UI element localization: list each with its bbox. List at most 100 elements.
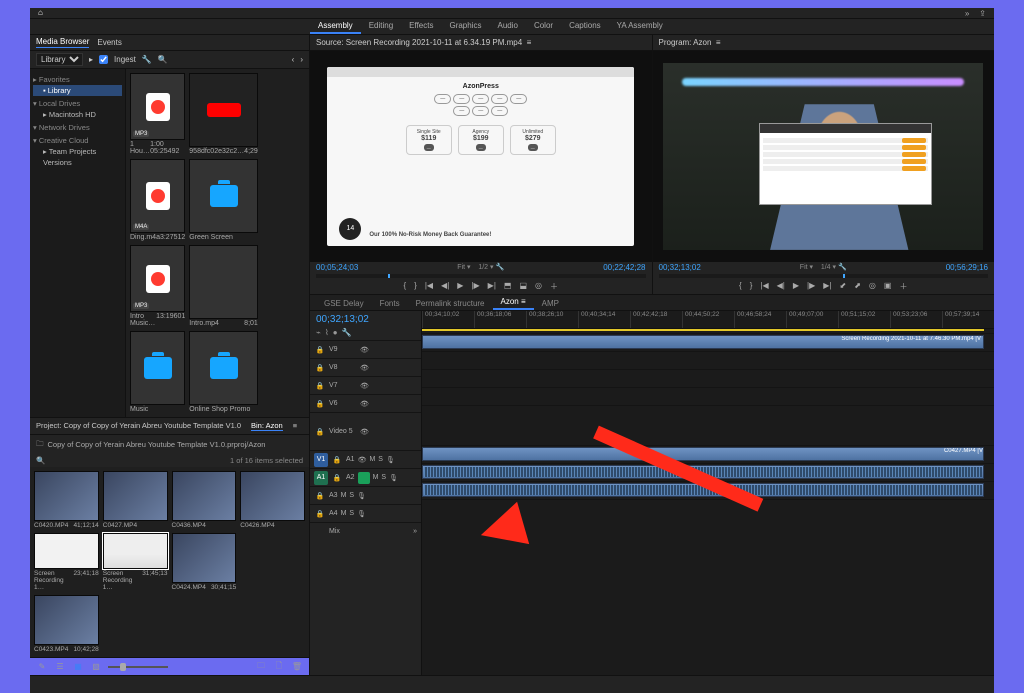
mark-out-icon[interactable]: } <box>414 281 417 292</box>
asset-item[interactable]: MP31 Hou…1:00 05:25492 <box>130 73 185 155</box>
tree-cc[interactable]: ▾ Creative Cloud <box>33 135 122 146</box>
workspace-color[interactable]: Color <box>526 19 561 34</box>
media-tree[interactable]: ▸ Favorites ▪ Library ▾ Local Drives ▸ M… <box>30 69 126 417</box>
new-item-icon[interactable]: 🗋 <box>273 661 285 673</box>
freeform-icon[interactable]: ▧ <box>90 661 102 673</box>
icon-view-icon[interactable]: ▦ <box>72 661 84 673</box>
tree-library[interactable]: ▪ Library <box>33 85 122 96</box>
program-out-tc: 00;56;29;16 <box>946 263 988 272</box>
asset-item[interactable]: MP3Intro Music…13:19601 <box>130 245 185 327</box>
bin-tab[interactable]: Bin: Azon <box>251 421 283 431</box>
home-icon[interactable]: ⌂ <box>38 8 48 18</box>
asset-item[interactable]: Online Shop Promo <box>189 331 258 413</box>
asset-item[interactable]: Intro.mp48;01 <box>189 245 258 327</box>
source-in-tc[interactable]: 00;05;24;03 <box>316 263 358 272</box>
clip-item[interactable]: C0427.MP4 <box>103 471 168 529</box>
link-icon[interactable]: ⌇ <box>325 328 329 337</box>
v1-target[interactable]: V1 <box>314 453 328 467</box>
seq-tab[interactable]: GSE Delay <box>316 297 372 310</box>
marker-icon[interactable]: ● <box>333 328 338 337</box>
settings-icon[interactable]: 🔧 <box>342 328 352 337</box>
bin-path: Copy of Copy of Yerain Abreu Youtube Tem… <box>48 440 266 449</box>
chevrons-icon[interactable]: » <box>965 9 969 18</box>
project-search-icon[interactable]: 🔍 <box>36 456 50 465</box>
workspace-captions[interactable]: Captions <box>561 19 609 34</box>
workspace-effects[interactable]: Effects <box>401 19 441 34</box>
clip-item[interactable]: Screen Recording 1…23;41;18 <box>34 533 99 591</box>
timeline-area[interactable]: 00;34;10;0200;36;18;0600;38;26;10 00;40;… <box>422 311 994 675</box>
events-tab[interactable]: Events <box>97 38 121 47</box>
source-tab[interactable]: Source: Screen Recording 2021-10-11 at 6… <box>310 35 652 51</box>
plus-icon[interactable]: ＋ <box>550 281 558 292</box>
asset-item[interactable]: 958dfc02e32c2…4;29 <box>189 73 258 155</box>
workspace-audio[interactable]: Audio <box>489 19 525 34</box>
overwrite-icon[interactable]: ⬓ <box>519 281 527 292</box>
asset-item[interactable]: Green Screen <box>189 159 258 241</box>
step-back-icon[interactable]: ◀| <box>441 281 449 292</box>
project-grid: C0420.MP441;12;14 C0427.MP4 C0436.MP4 C0… <box>30 467 309 657</box>
play-icon[interactable]: ▶ <box>793 281 799 292</box>
program-in-tc[interactable]: 00;32;13;02 <box>659 263 701 272</box>
tree-team[interactable]: ▸ Team Projects Versions <box>33 146 122 168</box>
clip-item[interactable]: Screen Recording 1…31;45;13 <box>103 533 168 591</box>
timeline-tc[interactable]: 00;32;13;02 <box>310 311 421 328</box>
workspace-ya[interactable]: YA Assembly <box>609 19 671 34</box>
seq-tab[interactable]: Fonts <box>372 297 408 310</box>
caret-icon[interactable]: ▸ <box>89 55 93 64</box>
pencil-icon[interactable]: ✎ <box>36 661 48 673</box>
source-out-tc: 00;22;42;28 <box>603 263 645 272</box>
thumbnail-slider[interactable] <box>108 666 168 668</box>
tree-favorites[interactable]: ▸ Favorites <box>33 74 122 85</box>
seq-tab[interactable]: Permalink structure <box>408 297 493 310</box>
timeline-clip[interactable]: Screen Recording 2021-10-11 at 7.46.30 P… <box>841 336 983 342</box>
play-icon[interactable]: ▶ <box>457 281 463 292</box>
snap-icon[interactable]: ⌁ <box>316 328 321 337</box>
source-view[interactable]: AzonPress ————— ——— Single Site$119— Age… <box>310 51 652 262</box>
workspace-editing[interactable]: Editing <box>361 19 401 34</box>
mark-in-icon[interactable]: { <box>403 281 406 292</box>
clip-item[interactable]: C0436.MP4 <box>172 471 237 529</box>
step-fwd-icon[interactable]: |▶ <box>471 281 479 292</box>
chevron-right-icon[interactable]: › <box>300 55 303 64</box>
timeline-clip[interactable]: C0427.MP4 [V <box>944 448 983 454</box>
project-tab[interactable]: Project: Copy of Copy of Yerain Abreu Yo… <box>36 421 241 431</box>
tree-mac[interactable]: ▸ Macintosh HD <box>33 109 122 120</box>
seq-tab-active[interactable]: Azon ≡ <box>493 295 534 310</box>
clip-item[interactable]: C0420.MP441;12;14 <box>34 471 99 529</box>
a1-target[interactable]: A1 <box>314 471 328 485</box>
workspace-tabs: Assembly Editing Effects Graphics Audio … <box>30 19 994 35</box>
seq-tab[interactable]: AMP <box>534 297 567 310</box>
share-icon[interactable]: ⇪ <box>979 9 986 18</box>
asset-item[interactable]: M4ADing.m4a3:27512 <box>130 159 185 241</box>
program-scrub[interactable] <box>659 274 989 278</box>
trash-icon[interactable]: 🗑 <box>291 661 303 673</box>
go-out-icon[interactable]: ▶| <box>488 281 496 292</box>
new-bin-icon[interactable]: 🗀 <box>255 661 267 673</box>
comparison-icon[interactable]: ▣ <box>884 281 892 292</box>
app-frame: ⌂ » ⇪ Assembly Editing Effects Graphics … <box>30 8 994 568</box>
list-view-icon[interactable]: ☰ <box>54 661 66 673</box>
search-icon[interactable]: 🔍 <box>158 55 168 64</box>
workspace-assembly[interactable]: Assembly <box>310 19 361 34</box>
clip-item[interactable]: C0424.MP430;41;15 <box>172 533 237 591</box>
clip-item[interactable]: C0423.MP410;42;28 <box>34 595 99 653</box>
program-tab[interactable]: Program: Azon ≡ <box>653 35 995 51</box>
tree-local[interactable]: ▾ Local Drives <box>33 98 122 109</box>
chevron-left-icon[interactable]: ‹ <box>292 55 295 64</box>
library-select[interactable]: Library <box>36 53 83 66</box>
export-frame-icon[interactable]: ◎ <box>535 281 542 292</box>
time-ruler[interactable]: 00;34;10;0200;36;18;0600;38;26;10 00;40;… <box>422 311 994 329</box>
wrench-icon[interactable]: 🔧 <box>142 55 152 64</box>
go-in-icon[interactable]: |◀ <box>425 281 433 292</box>
program-view[interactable] <box>653 51 995 262</box>
asset-item[interactable]: Music <box>130 331 185 413</box>
tree-network[interactable]: ▾ Network Drives <box>33 122 122 133</box>
source-scrub[interactable] <box>316 274 646 278</box>
page-heading: AzonPress <box>327 83 634 90</box>
workspace-graphics[interactable]: Graphics <box>441 19 489 34</box>
left-column: Media Browser Events Library ▸ Ingest 🔧 … <box>30 35 310 675</box>
clip-item[interactable]: C0426.MP4 <box>240 471 305 529</box>
insert-icon[interactable]: ⬒ <box>504 281 512 292</box>
media-browser-tab[interactable]: Media Browser <box>36 37 89 48</box>
ingest-checkbox[interactable] <box>99 55 108 64</box>
